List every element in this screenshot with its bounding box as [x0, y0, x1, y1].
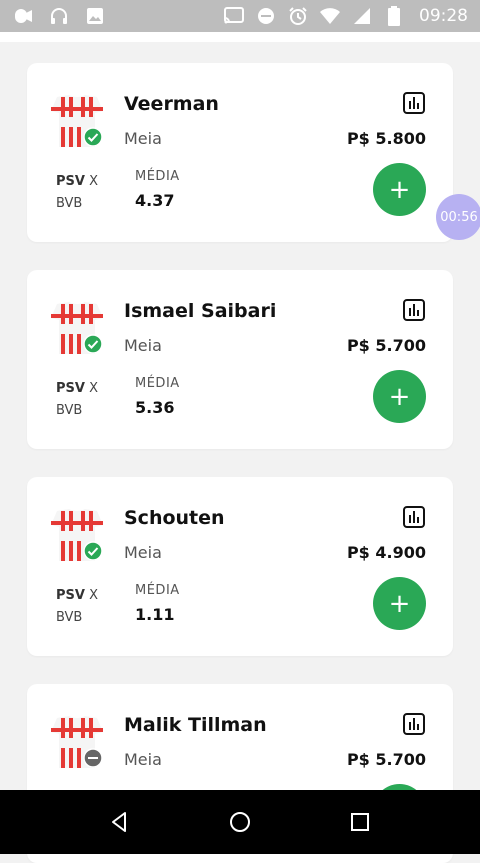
team-abbrev: PSV [56, 174, 85, 189]
back-icon[interactable] [108, 810, 132, 834]
headset-icon [48, 5, 70, 27]
match-info: PSV X BVB [56, 378, 98, 422]
recents-icon[interactable] [348, 810, 372, 834]
minus-badge-icon [83, 748, 103, 772]
player-card[interactable]: Veerman Meia P$ 5.800 PSV X BVB MÉDIA 4.… [27, 63, 453, 242]
player-position: Meia [124, 543, 162, 562]
cast-icon [223, 5, 245, 27]
opponent-abbrev: BVB [56, 610, 83, 625]
add-player-button[interactable]: + [373, 163, 426, 216]
media-label: MÉDIA [135, 169, 180, 184]
media-label: MÉDIA [135, 583, 180, 598]
player-card[interactable]: Ismael Saibari Meia P$ 5.700 PSV X BVB M… [27, 270, 453, 449]
player-price: P$ 4.900 [346, 543, 426, 562]
bar-chart-icon[interactable] [402, 91, 426, 115]
media-value: 1.11 [135, 605, 175, 624]
signal-icon [351, 5, 373, 27]
player-name: Schouten [124, 507, 225, 529]
player-name: Malik Tillman [124, 714, 267, 736]
player-position: Meia [124, 129, 162, 148]
check-badge-icon [83, 334, 103, 358]
player-name: Ismael Saibari [124, 300, 277, 322]
alarm-icon [287, 5, 309, 27]
media-value: 5.36 [135, 398, 175, 417]
team-abbrev: PSV [56, 381, 85, 396]
bar-chart-icon[interactable] [402, 505, 426, 529]
player-name: Veerman [124, 93, 219, 115]
navigation-bar [0, 790, 480, 854]
opponent-abbrev: BVB [56, 403, 83, 418]
add-player-button[interactable]: + [373, 370, 426, 423]
player-card[interactable]: Schouten Meia P$ 4.900 PSV X BVB MÉDIA 1… [27, 477, 453, 656]
versus-separator: X [89, 588, 98, 603]
bar-chart-icon[interactable] [402, 712, 426, 736]
app-top-strip [0, 32, 480, 42]
versus-separator: X [89, 174, 98, 189]
do-not-disturb-icon [255, 5, 277, 27]
media-value: 4.37 [135, 191, 175, 210]
opponent-abbrev: BVB [56, 196, 83, 211]
clock-time: 09:28 [419, 6, 468, 26]
check-badge-icon [83, 127, 103, 151]
app-icon [12, 5, 34, 27]
home-icon[interactable] [228, 810, 252, 834]
player-position: Meia [124, 336, 162, 355]
player-position: Meia [124, 750, 162, 769]
player-price: P$ 5.700 [346, 750, 426, 769]
wifi-icon [319, 5, 341, 27]
match-info: PSV X BVB [56, 171, 98, 215]
team-abbrev: PSV [56, 588, 85, 603]
bar-chart-icon[interactable] [402, 298, 426, 322]
match-info: PSV X BVB [56, 585, 98, 629]
check-badge-icon [83, 541, 103, 565]
media-label: MÉDIA [135, 376, 180, 391]
image-icon [84, 5, 106, 27]
battery-icon [383, 5, 405, 27]
versus-separator: X [89, 381, 98, 396]
floating-timer-bubble[interactable]: 00:56 [436, 194, 480, 240]
status-bar: 09:28 [0, 0, 480, 32]
player-price: P$ 5.700 [346, 336, 426, 355]
player-price: P$ 5.800 [346, 129, 426, 148]
add-player-button[interactable]: + [373, 577, 426, 630]
